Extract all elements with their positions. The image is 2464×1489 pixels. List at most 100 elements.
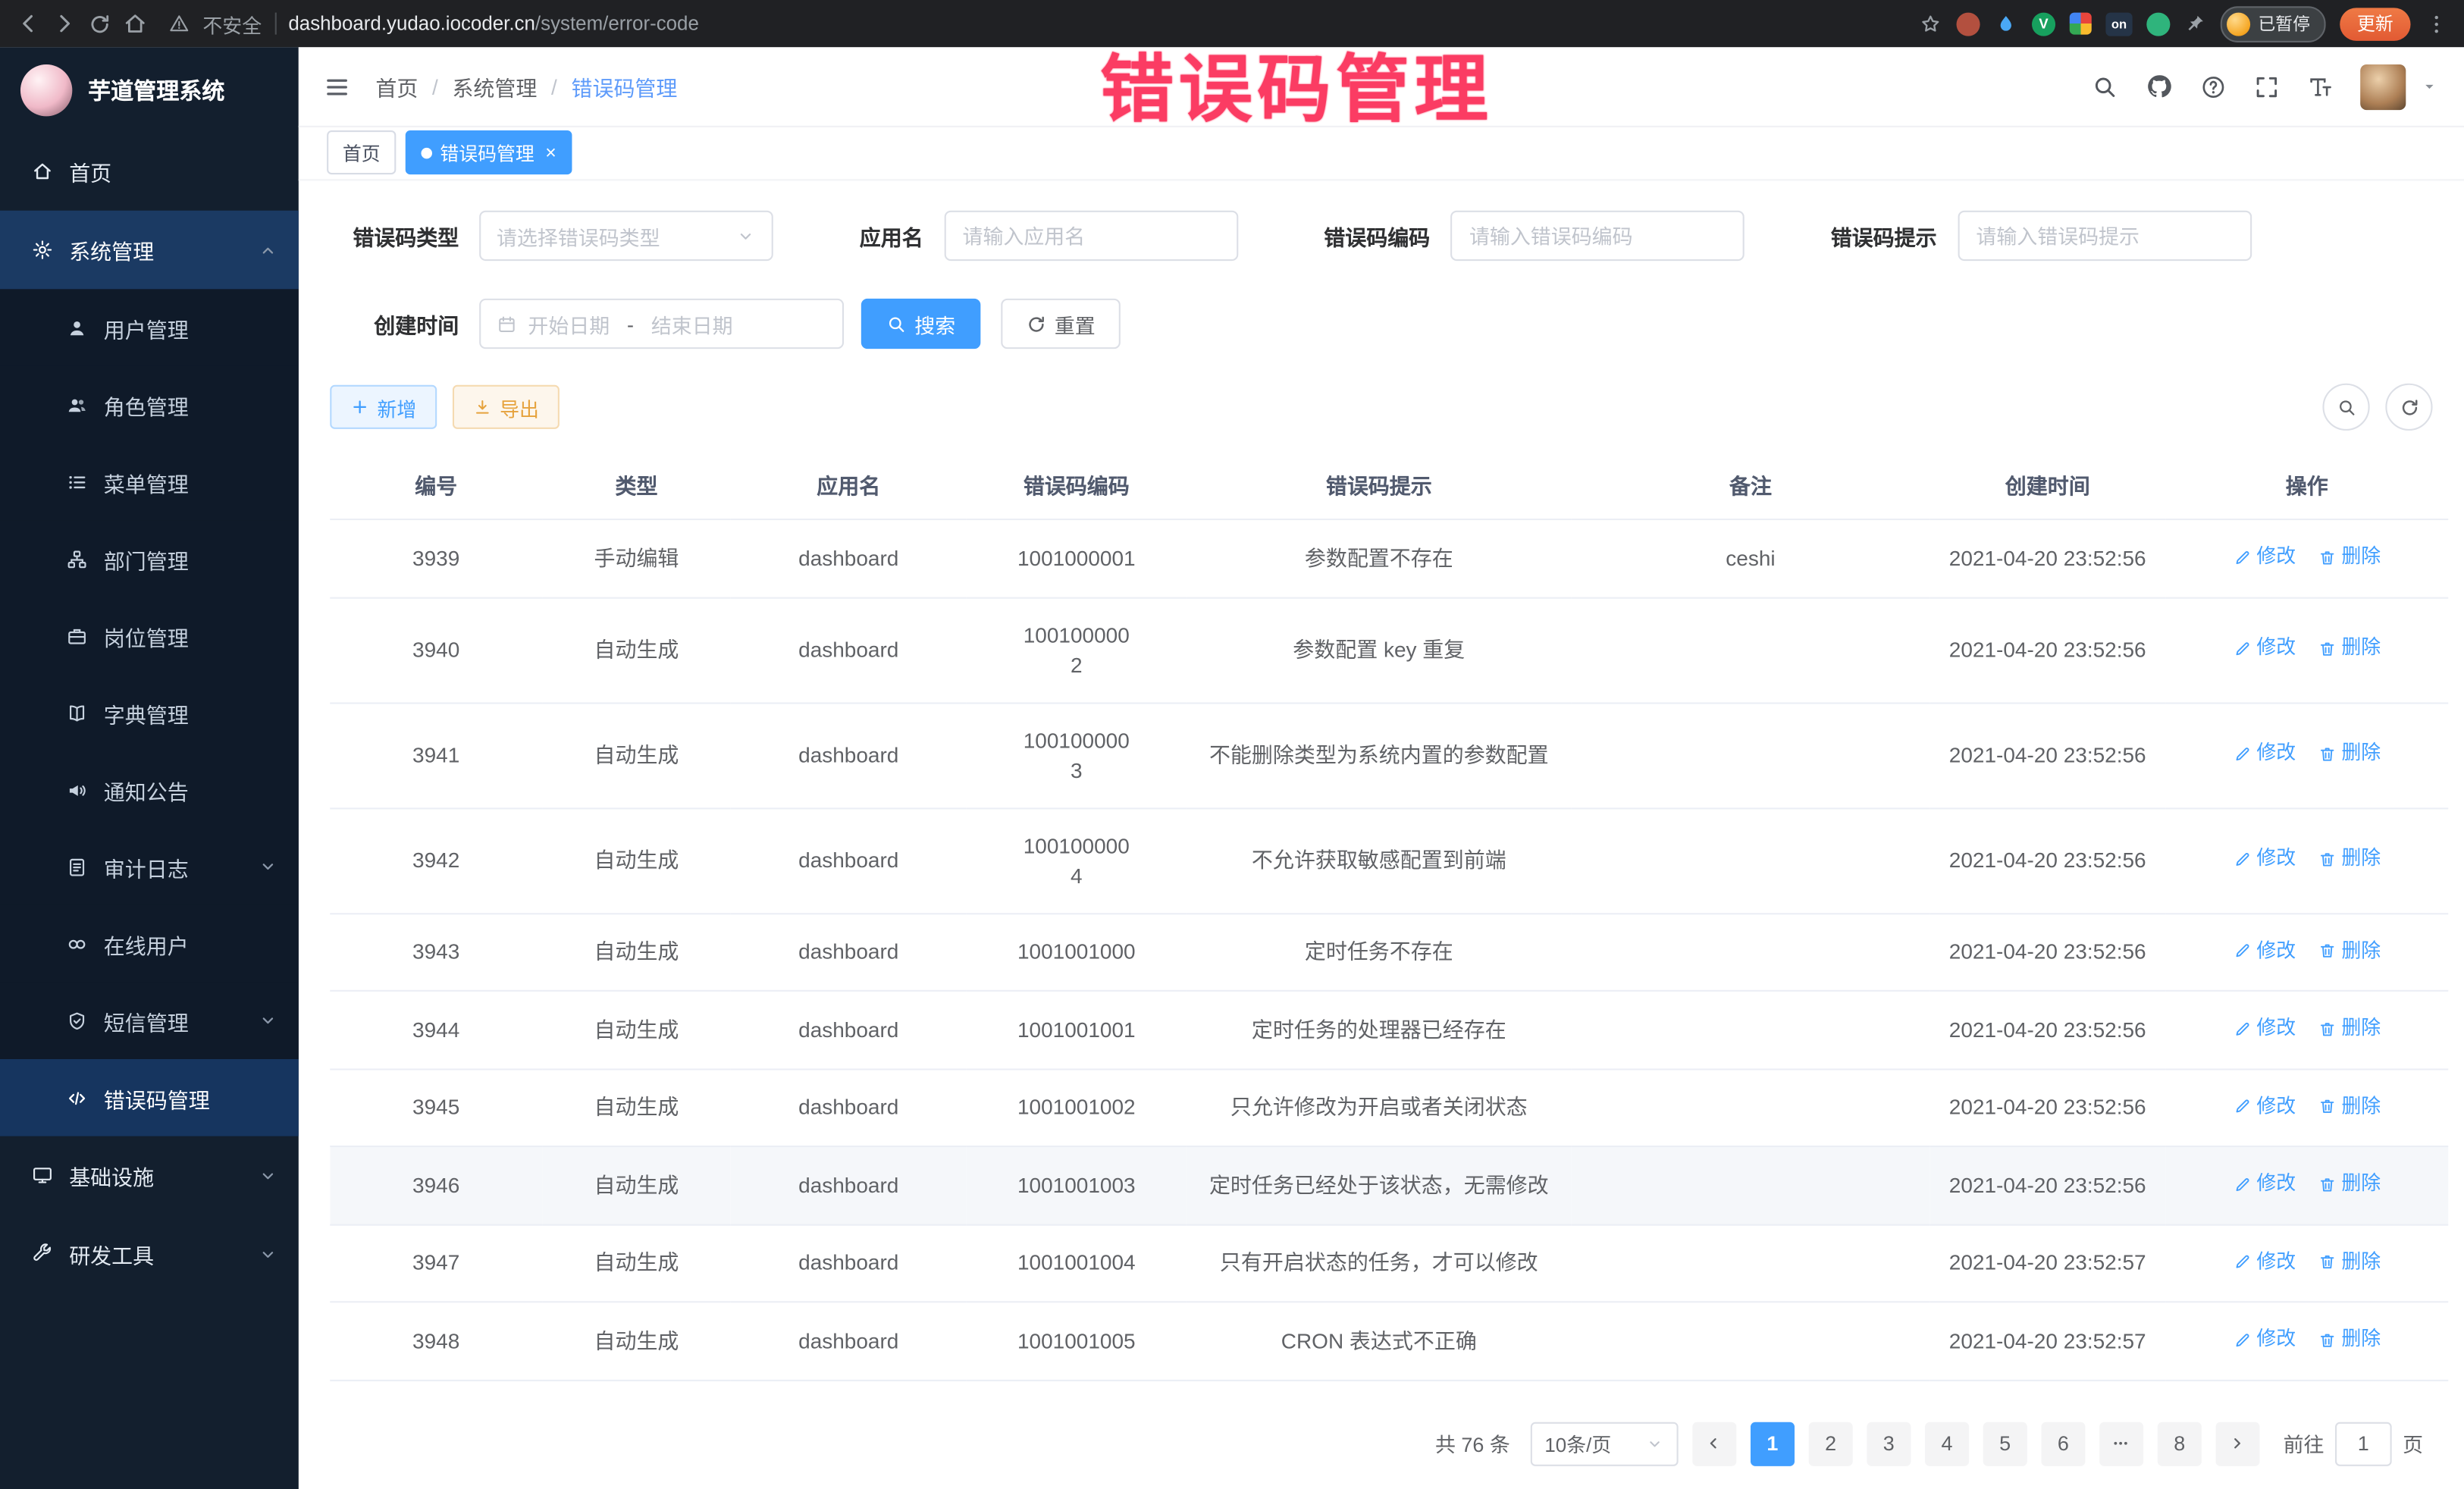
date-range-picker[interactable]: 开始日期 - 结束日期 [479, 299, 844, 349]
table-row: 3944自动生成dashboard1001001001定时任务的处理器已经存在2… [330, 991, 2448, 1069]
active-tab-dot [422, 147, 433, 158]
sidebar-item-online-users[interactable]: 在线用户 [0, 905, 299, 983]
delete-link[interactable]: 删除 [2318, 1169, 2381, 1199]
page-button-1[interactable]: 1 [1751, 1422, 1795, 1465]
sidebar-item-audit-log[interactable]: 审计日志 [0, 828, 299, 905]
reload-icon[interactable] [88, 12, 111, 36]
user-avatar[interactable] [2360, 64, 2406, 109]
sidebar-item-dev-tools[interactable]: 研发工具 [0, 1215, 299, 1293]
edit-link[interactable]: 修改 [2233, 1324, 2296, 1354]
cell-time: 2021-04-20 23:52:56 [1930, 991, 2165, 1069]
extension-pin-icon[interactable] [2184, 13, 2206, 35]
breadcrumb-home[interactable]: 首页 [375, 71, 418, 102]
delete-link[interactable]: 删除 [2318, 1324, 2381, 1354]
delete-link[interactable]: 删除 [2318, 936, 2381, 965]
breadcrumb-system[interactable]: 系统管理 [452, 71, 537, 102]
more-pages-button[interactable] [2099, 1422, 2143, 1465]
toggle-search-button[interactable] [2322, 384, 2369, 431]
delete-link[interactable]: 删除 [2318, 1091, 2381, 1121]
github-icon[interactable] [2145, 72, 2173, 100]
edit-link[interactable]: 修改 [2233, 1091, 2296, 1121]
start-date-placeholder: 开始日期 [528, 309, 610, 338]
page-button-8[interactable]: 8 [2158, 1422, 2202, 1465]
chevron-down-icon [735, 225, 756, 246]
bookmark-star-icon[interactable] [1919, 12, 1942, 36]
delete-icon [2318, 1097, 2337, 1116]
fullscreen-icon[interactable] [2253, 73, 2280, 99]
sidebar-item-system-management[interactable]: 系统管理 [0, 211, 299, 290]
next-page-button[interactable] [2215, 1422, 2259, 1465]
edit-link[interactable]: 修改 [2233, 542, 2296, 572]
sidebar-item-error-code-management[interactable]: 错误码管理 [0, 1059, 299, 1136]
help-icon[interactable] [2200, 73, 2227, 99]
hamburger-icon[interactable] [324, 73, 350, 99]
page-button-6[interactable]: 6 [2041, 1422, 2085, 1465]
cell-id: 3944 [330, 991, 542, 1069]
cell-hint: 参数配置不存在 [1187, 519, 1572, 597]
sidebar-item-user-management[interactable]: 用户管理 [0, 289, 299, 366]
error-type-select[interactable]: 请选择错误码类型 [479, 211, 773, 261]
goto-page: 前往 页 [2284, 1422, 2424, 1465]
extension-icon-3[interactable]: V [2032, 12, 2055, 36]
extension-icon-5[interactable]: on [2105, 12, 2132, 36]
add-button[interactable]: 新增 [330, 385, 437, 429]
edit-link[interactable]: 修改 [2233, 739, 2296, 769]
delete-link[interactable]: 删除 [2318, 1014, 2381, 1043]
edit-link[interactable]: 修改 [2233, 845, 2296, 874]
forward-icon[interactable] [52, 11, 77, 36]
extension-icon-2[interactable] [1994, 12, 2017, 36]
page-button-4[interactable]: 4 [1925, 1422, 1969, 1465]
sidebar-item-home[interactable]: 首页 [0, 132, 299, 211]
address-bar[interactable]: 不安全 dashboard.yudao.iocoder.cn/system/er… [168, 8, 699, 38]
page-button-3[interactable]: 3 [1867, 1422, 1911, 1465]
extension-icon-6[interactable] [2146, 12, 2170, 36]
delete-link[interactable]: 删除 [2318, 845, 2381, 874]
cell-app: dashboard [731, 1068, 967, 1146]
sidebar-item-position-management[interactable]: 岗位管理 [0, 597, 299, 675]
sidebar-item-department-management[interactable]: 部门管理 [0, 520, 299, 597]
sidebar-item-menu-management[interactable]: 菜单管理 [0, 444, 299, 521]
delete-link[interactable]: 删除 [2318, 634, 2381, 663]
delete-link[interactable]: 删除 [2318, 1247, 2381, 1277]
extension-icon-4[interactable] [2070, 13, 2092, 35]
page-size-select[interactable]: 10条/页 [1531, 1422, 1679, 1465]
browser-home-icon[interactable] [123, 11, 148, 36]
sidebar-item-dict-management[interactable]: 字典管理 [0, 674, 299, 751]
end-date-placeholder: 结束日期 [651, 309, 733, 338]
font-size-icon[interactable] [2307, 73, 2334, 99]
back-icon[interactable] [16, 11, 41, 36]
refresh-table-button[interactable] [2385, 384, 2432, 431]
tab-close-icon[interactable]: × [545, 143, 556, 162]
prev-page-button[interactable] [1692, 1422, 1736, 1465]
edit-link[interactable]: 修改 [2233, 936, 2296, 965]
extension-icon-1[interactable] [1957, 12, 1980, 36]
sidebar-item-infrastructure[interactable]: 基础设施 [0, 1136, 299, 1215]
error-code-input[interactable] [1450, 211, 1745, 261]
sidebar-item-role-management[interactable]: 角色管理 [0, 366, 299, 444]
delete-link[interactable]: 删除 [2318, 739, 2381, 769]
search-button[interactable]: 搜索 [861, 299, 981, 349]
app-logo[interactable]: 芋道管理系统 [0, 47, 299, 132]
tab-error-code-management[interactable]: 错误码管理 × [406, 130, 572, 174]
app-name-input[interactable] [944, 211, 1238, 261]
profile-paused-badge[interactable]: 已暂停 [2221, 5, 2326, 42]
page-button-5[interactable]: 5 [1983, 1422, 2027, 1465]
browser-menu-icon[interactable] [2425, 12, 2448, 36]
header-search-icon[interactable] [2092, 73, 2118, 99]
avatar-caret-down-icon[interactable] [2420, 77, 2439, 96]
error-hint-input[interactable] [1958, 211, 2252, 261]
tab-home[interactable]: 首页 [327, 130, 396, 174]
sidebar-item-sms-management[interactable]: 短信管理 [0, 982, 299, 1059]
edit-link[interactable]: 修改 [2233, 634, 2296, 663]
shield-icon [66, 1010, 88, 1032]
edit-link[interactable]: 修改 [2233, 1014, 2296, 1043]
goto-page-input[interactable] [2335, 1422, 2392, 1465]
browser-update-button[interactable]: 更新 [2340, 7, 2410, 40]
edit-link[interactable]: 修改 [2233, 1247, 2296, 1277]
edit-link[interactable]: 修改 [2233, 1169, 2296, 1199]
delete-link[interactable]: 删除 [2318, 542, 2381, 572]
export-button[interactable]: 导出 [453, 385, 560, 429]
sidebar-item-notice[interactable]: 通知公告 [0, 751, 299, 829]
page-button-2[interactable]: 2 [1809, 1422, 1853, 1465]
reset-button[interactable]: 重置 [1001, 299, 1121, 349]
